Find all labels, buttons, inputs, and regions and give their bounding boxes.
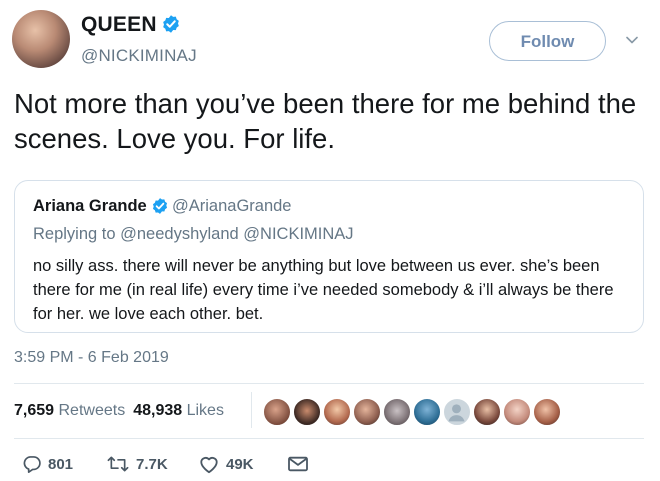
liker-avatar-default[interactable] xyxy=(443,398,471,426)
likes-label: Likes xyxy=(186,402,224,419)
retweets-label: Retweets xyxy=(58,402,126,419)
tweet-timestamp[interactable]: 3:59 PM - 6 Feb 2019 xyxy=(14,349,169,367)
author-avatar[interactable] xyxy=(12,10,70,68)
verified-badge-icon xyxy=(162,15,179,33)
verified-badge-icon xyxy=(152,198,168,214)
retweet-count: 7.7K xyxy=(136,455,168,473)
liker-avatar[interactable] xyxy=(503,398,531,426)
chevron-down-icon[interactable] xyxy=(625,33,639,47)
likes-count: 48,938 xyxy=(133,402,183,419)
stats-separator xyxy=(251,392,252,428)
heart-icon xyxy=(200,457,218,474)
tweet-actions: 801 7.7K 49K xyxy=(14,452,414,476)
engagement-stats: 7,659 Retweets 48,938 Likes xyxy=(14,402,224,420)
quoted-author-handle[interactable]: @ArianaGrande xyxy=(172,197,291,216)
author-handle[interactable]: @NICKIMINAJ xyxy=(81,46,197,66)
reply-count: 801 xyxy=(48,455,74,473)
reply-action[interactable]: 801 xyxy=(22,452,73,476)
like-count: 49K xyxy=(226,455,254,473)
liker-avatar[interactable] xyxy=(383,398,411,426)
liker-avatar[interactable] xyxy=(353,398,381,426)
tweet-text: Not more than you’ve been there for me b… xyxy=(14,88,637,154)
envelope-icon xyxy=(288,456,308,472)
quoted-author-name[interactable]: Ariana Grande xyxy=(33,197,147,216)
author-display-name[interactable]: QUEEN xyxy=(81,13,181,37)
like-action[interactable]: 49K xyxy=(198,452,254,476)
reply-icon xyxy=(23,456,41,473)
default-user-icon xyxy=(448,404,465,422)
retweet-icon xyxy=(107,456,129,472)
follow-button[interactable]: Follow xyxy=(489,21,606,61)
replying-to: Replying to @needyshyland @NICKIMINAJ xyxy=(33,225,354,243)
tweet-header: QUEEN @NICKIMINAJ Follow xyxy=(0,0,660,78)
author-name-text[interactable]: QUEEN xyxy=(81,13,157,36)
quoted-tweet[interactable]: Ariana Grande @ArianaGrande Replying to … xyxy=(14,180,644,333)
retweets-count: 7,659 xyxy=(14,402,55,419)
direct-message-action[interactable] xyxy=(287,452,309,476)
liker-avatar[interactable] xyxy=(413,398,441,426)
quoted-tweet-text: no silly ass. there will never be anythi… xyxy=(33,257,614,323)
divider xyxy=(14,438,644,439)
liker-avatar[interactable] xyxy=(473,398,501,426)
divider xyxy=(14,383,644,384)
liker-avatar[interactable] xyxy=(323,398,351,426)
liker-avatar[interactable] xyxy=(533,398,561,426)
liker-avatar[interactable] xyxy=(263,398,291,426)
likes-stat[interactable]: 48,938 Likes xyxy=(133,402,224,419)
retweets-stat[interactable]: 7,659 Retweets xyxy=(14,402,125,419)
liker-avatar[interactable] xyxy=(293,398,321,426)
retweet-action[interactable]: 7.7K xyxy=(106,452,168,476)
